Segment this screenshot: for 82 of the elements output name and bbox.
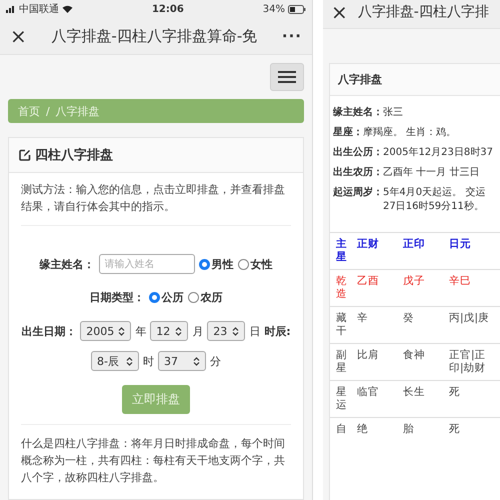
- card-title: 八字排盘: [330, 64, 500, 96]
- radio-button[interactable]: [188, 292, 198, 303]
- info-value: 乙酉年 十一月 廿三日: [383, 166, 480, 180]
- breadcrumb-separator: /: [46, 104, 50, 118]
- info-value: 5年4月0天起运。 交运: [383, 186, 486, 200]
- page-title: 八字排盘-四柱八字排盘算命-免: [50, 26, 258, 46]
- dropdown[interactable]: 2005: [80, 321, 132, 341]
- hour-label: 时辰:: [264, 324, 291, 338]
- edit-icon: [19, 149, 31, 161]
- table-cell: 乙酉: [353, 270, 399, 306]
- battery-icon: [288, 4, 306, 14]
- page-title: 八字排盘-四柱八字排: [358, 3, 490, 21]
- unit-label: 年: [135, 324, 146, 338]
- radio-button[interactable]: [238, 258, 248, 270]
- chevron-icon: [232, 326, 240, 336]
- chevron-icon: [118, 326, 126, 336]
- info-label: 出生农历：: [333, 166, 383, 180]
- radio-button[interactable]: [148, 292, 160, 303]
- name-label: 缘主姓名：: [40, 256, 94, 272]
- radio-label: 女性: [250, 256, 272, 272]
- info-value: 2005年12月23日8时37: [383, 146, 493, 160]
- column-header: 日元: [445, 232, 500, 270]
- dropdown[interactable]: 8-辰: [91, 351, 139, 371]
- info-label: 出生公历：: [333, 146, 383, 160]
- unit-label: 日: [249, 324, 260, 338]
- table-cell: 自: [330, 418, 353, 441]
- info-label: 缘主姓名：: [333, 106, 383, 120]
- date-type-label: 日期类型：: [90, 290, 144, 305]
- dropdown[interactable]: 23: [207, 321, 246, 341]
- carrier-label: 中国联通: [19, 2, 59, 16]
- wifi-icon: [62, 5, 73, 13]
- chevron-icon: [175, 326, 182, 336]
- table-cell: 癸: [399, 306, 445, 344]
- name-field[interactable]: 请输入姓名: [98, 254, 194, 274]
- table-cell: 临官: [353, 380, 399, 418]
- column-header: 正财: [353, 232, 399, 270]
- table-cell: 正官|正印|劫财: [445, 344, 500, 380]
- dropdown[interactable]: 12: [150, 321, 188, 341]
- table-cell: 副星: [330, 344, 353, 380]
- table-cell: 死: [445, 418, 500, 441]
- close-button[interactable]: ×: [10, 26, 27, 46]
- instructions-text: 测试方法：输入您的信息，点击立即排盘，并查看排盘结果，请自行体会其中的指示。: [21, 182, 286, 215]
- table-cell: 胎: [399, 418, 445, 441]
- more-button[interactable]: ···: [282, 27, 302, 45]
- table-cell: 绝: [353, 418, 399, 441]
- card-title: 四柱八字排盘: [35, 146, 113, 164]
- table-cell: 食神: [399, 344, 445, 380]
- table-cell: 辛: [353, 306, 399, 344]
- column-header: 正印: [399, 232, 445, 270]
- radio-label: 男性: [212, 256, 234, 272]
- info-value: 张三: [383, 106, 403, 120]
- unit-label: 分: [210, 354, 221, 368]
- dropdown[interactable]: 37: [158, 351, 206, 371]
- clock: 12:06: [152, 4, 184, 14]
- table-cell: 比肩: [353, 344, 399, 380]
- info-value: 摩羯座。 生肖：鸡。: [363, 126, 456, 140]
- table-cell: 乾造: [330, 270, 353, 306]
- chevron-icon: [126, 356, 133, 366]
- table-cell: 丙|戊|庚: [445, 306, 500, 344]
- close-button[interactable]: ×: [331, 2, 348, 22]
- unit-label: 月: [192, 324, 204, 338]
- info-label: 起运周岁：: [333, 186, 383, 200]
- battery-percent: 34%: [262, 4, 285, 14]
- radio-label: 农历: [200, 290, 222, 305]
- radio-button[interactable]: [198, 258, 210, 270]
- table-cell: 辛巳: [445, 270, 500, 306]
- explanation-text: 什么是四柱八字排盘：将年月日时排成命盘，每个时间概念称为一柱，共有四柱：每柱有天干地支两个字，共八个字，故称四柱八字排盘。: [21, 436, 286, 486]
- column-header: 主星: [330, 232, 353, 270]
- table-cell: 戊子: [399, 270, 445, 306]
- table-cell: 星运: [330, 380, 353, 418]
- table-cell: 长生: [399, 380, 445, 418]
- chevron-icon: [193, 356, 200, 366]
- table-cell: 死: [445, 380, 500, 418]
- menu-icon: [278, 70, 296, 84]
- info-value: 27日16时59分11秒。: [383, 200, 485, 214]
- table-cell: 藏干: [330, 306, 353, 344]
- menu-button[interactable]: [270, 63, 304, 91]
- radio-label: 公历: [162, 290, 184, 305]
- birth-date-label: 出生日期：: [21, 324, 76, 338]
- unit-label: 时: [143, 354, 154, 368]
- info-label: 星座：: [333, 126, 363, 140]
- signal-icon: [6, 5, 16, 13]
